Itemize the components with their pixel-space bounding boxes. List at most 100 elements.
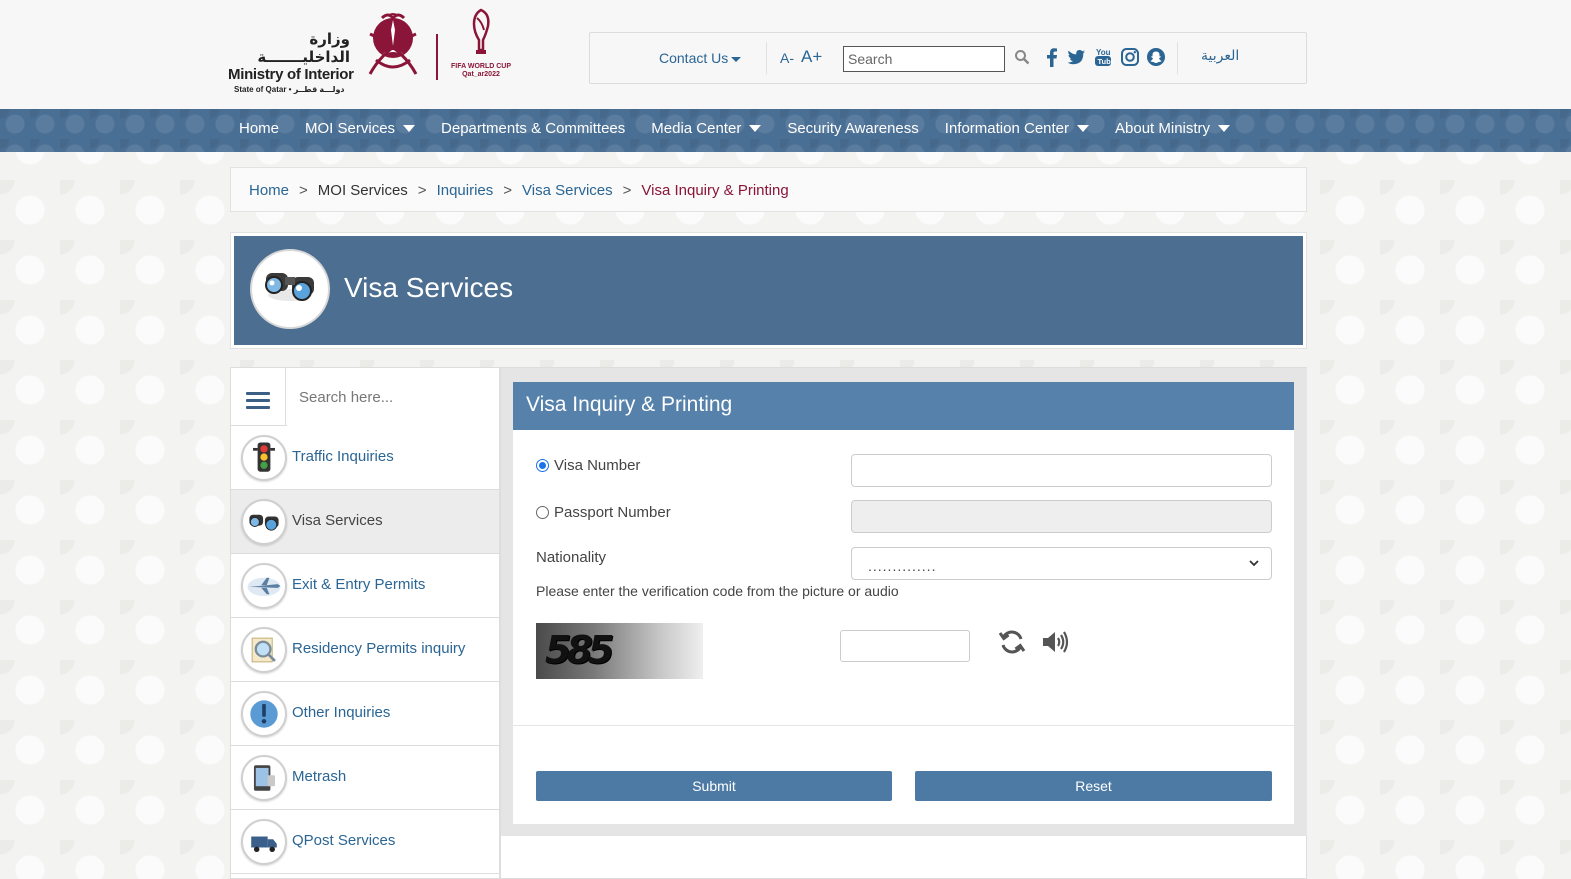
main-navbar: Home MOI Services Departments & Committees… <box>0 109 1571 152</box>
captcha-code: 585 <box>545 628 614 672</box>
worldcup-text-1: FIFA WORLD CUP <box>450 63 511 70</box>
contact-us-label: Contact Us <box>659 50 729 66</box>
nav-item-information-center[interactable]: Information Center <box>945 120 1090 137</box>
sidebar-item-traffic-inquiries[interactable]: Traffic Inquiries <box>231 426 499 490</box>
visa-number-input[interactable] <box>851 454 1272 487</box>
sidebar-item-residency-permits-inquiry[interactable]: Residency Permits inquiry <box>231 618 499 682</box>
nav-item-moi-services[interactable]: MOI Services <box>305 120 416 137</box>
logo-text: وزارة الداخليـــــــة Ministry of Interi… <box>228 30 358 94</box>
ministry-logo[interactable]: وزارة الداخليـــــــة Ministry of Interi… <box>228 8 518 94</box>
magnifier-document-icon <box>241 627 287 673</box>
nav-item-home[interactable]: Home <box>239 120 279 137</box>
chevron-down-icon <box>1077 125 1090 132</box>
page-banner: Visa Services <box>230 232 1307 349</box>
nationality-selected-value: .............. <box>868 558 937 574</box>
snapchat-icon[interactable] <box>1145 46 1167 68</box>
divider <box>1177 42 1178 74</box>
search-icon[interactable] <box>1014 49 1030 65</box>
sidebar-item-exit-entry-permits[interactable]: Exit & Entry Permits <box>231 554 499 618</box>
form-title: Visa Inquiry & Printing <box>526 393 733 416</box>
passport-number-radio[interactable] <box>536 506 549 519</box>
visa-number-radio[interactable] <box>536 459 549 472</box>
sidebar-item-label: Metrash <box>292 768 347 785</box>
audio-speaker-icon[interactable] <box>1040 627 1070 657</box>
facebook-icon[interactable] <box>1041 46 1063 68</box>
form-divider <box>513 725 1294 726</box>
exclamation-icon <box>241 691 287 737</box>
chevron-down-icon <box>1249 560 1259 567</box>
nationality-select[interactable]: .............. <box>851 547 1272 580</box>
passport-number-input[interactable] <box>851 500 1272 533</box>
logo-english-text: Ministry of Interior <box>228 66 354 83</box>
breadcrumb-separator: > <box>622 182 632 199</box>
captcha-input[interactable] <box>840 630 970 662</box>
site-search-input[interactable] <box>843 46 1005 72</box>
sidebar-item-visa-services[interactable]: Visa Services <box>231 490 499 554</box>
breadcrumb-item: Visa Inquiry & Printing <box>641 182 789 199</box>
nav-item-departments-committees[interactable]: Departments & Committees <box>441 120 625 137</box>
sidebar-item-label: Exit & Entry Permits <box>292 576 426 593</box>
chevron-down-icon <box>731 56 742 62</box>
nav-item-label: Departments & Committees <box>441 120 626 137</box>
nav-item-label: About Ministry <box>1115 120 1211 137</box>
nav-menu: Home MOI Services Departments & Committees… <box>239 120 1256 137</box>
reset-button[interactable]: Reset <box>915 771 1272 801</box>
traffic-light-icon <box>241 435 287 481</box>
contact-us-dropdown[interactable]: Contact Us <box>659 50 742 66</box>
visa-number-label: Visa Number <box>554 457 641 474</box>
form-header: Visa Inquiry & Printing <box>513 382 1294 430</box>
visa-number-radio-option[interactable]: Visa Number <box>536 457 640 474</box>
airplane-icon <box>241 563 287 609</box>
nav-item-about-ministry[interactable]: About Ministry <box>1115 120 1231 137</box>
font-decrease-button[interactable]: A- <box>780 50 794 66</box>
breadcrumb-item[interactable]: Home <box>249 182 289 199</box>
nationality-label: Nationality <box>536 549 607 566</box>
qatar-emblem-icon <box>368 13 418 75</box>
nav-item-label: MOI Services <box>305 120 396 137</box>
page-title: Visa Services <box>344 272 514 303</box>
sidebar-item-qpost-services[interactable]: QPost Services <box>231 810 499 874</box>
breadcrumb-container: Home > MOI Services > Inquiries > Visa Service… <box>230 167 1307 212</box>
nav-item-media-center[interactable]: Media Center <box>651 120 762 137</box>
nav-item-label: Media Center <box>651 120 742 137</box>
breadcrumb-item[interactable]: Inquiries <box>437 182 494 199</box>
sidebar-item-label: QPost Services <box>292 832 396 849</box>
logo-arabic-text: وزارة الداخليـــــــة <box>257 30 350 66</box>
svg-text:Tube: Tube <box>1098 57 1115 66</box>
nav-item-label: Security Awareness <box>787 120 919 137</box>
sidebar-item-label: Visa Services <box>292 512 383 529</box>
sidebar-item-metrash[interactable]: Metrash <box>231 746 499 810</box>
language-switch-link[interactable]: العربية <box>1201 48 1239 64</box>
instagram-icon[interactable] <box>1119 46 1141 68</box>
breadcrumb-item[interactable]: Visa Services <box>522 182 613 199</box>
sidebar-item-other-inquiries[interactable]: Other Inquiries <box>231 682 499 746</box>
mobile-phone-icon <box>241 755 287 801</box>
nav-item-security-awareness[interactable]: Security Awareness <box>787 120 918 137</box>
hamburger-menu-icon[interactable] <box>231 368 286 426</box>
nav-item-label: Home <box>239 120 280 137</box>
passport-number-radio-option[interactable]: Passport Number <box>536 504 671 521</box>
sidebar-item-label: Residency Permits inquiry <box>292 640 466 657</box>
breadcrumb: Home > MOI Services > Inquiries > Visa Service… <box>249 182 789 199</box>
divider <box>766 42 767 74</box>
submit-button[interactable]: Submit <box>536 771 892 801</box>
youtube-icon[interactable]: You Tube <box>1092 46 1114 68</box>
logo-separator <box>436 34 438 80</box>
refresh-icon[interactable] <box>997 627 1027 657</box>
breadcrumb-separator: > <box>299 182 308 199</box>
svg-text:You: You <box>1096 48 1111 57</box>
font-increase-button[interactable]: A+ <box>801 47 822 67</box>
sidebar-item-label: Other Inquiries <box>292 704 391 721</box>
captcha-image: 585 <box>536 623 703 679</box>
worldcup-logo: FIFA WORLD CUP Qat_ar2022 <box>450 8 512 80</box>
services-sidebar: Traffic Inquiries Visa Services Exit & Ent… <box>230 367 500 879</box>
twitter-icon[interactable] <box>1065 46 1087 68</box>
sidebar-search-input[interactable] <box>287 368 499 426</box>
form-frame: Visa Inquiry & Printing Visa Number Pass… <box>501 368 1307 836</box>
breadcrumb-separator: > <box>417 182 427 199</box>
banner-background: Visa Services <box>234 236 1303 345</box>
logo-subtitle: State of Qatar • دولـــة قطــر <box>234 85 345 94</box>
top-header: وزارة الداخليـــــــة Ministry of Interi… <box>0 0 1571 109</box>
chevron-down-icon <box>403 125 416 132</box>
binoculars-icon <box>241 499 287 545</box>
